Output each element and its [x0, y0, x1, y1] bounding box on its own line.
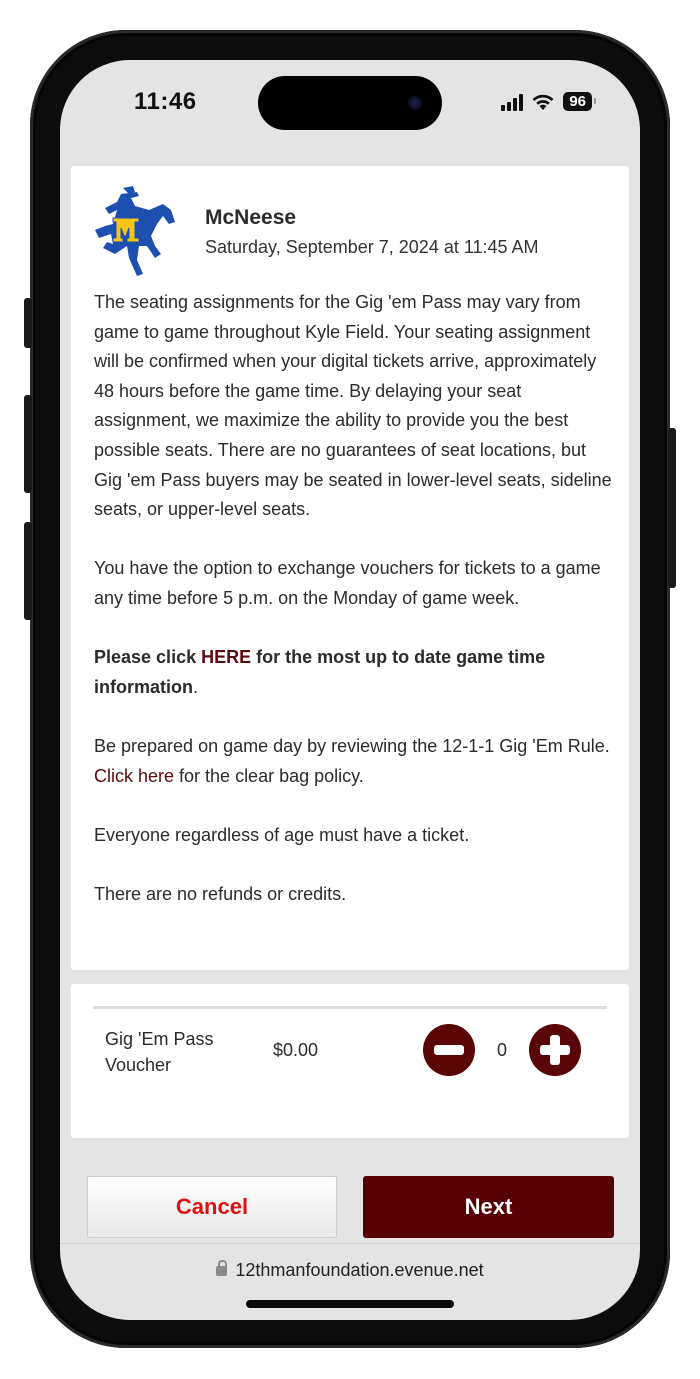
- game-time-here-link[interactable]: HERE: [201, 647, 251, 667]
- ticket-price: $0.00: [273, 1040, 319, 1060]
- plus-icon-vertical: [550, 1035, 560, 1065]
- seating-info-paragraph: The seating assignments for the Gig 'em …: [94, 292, 612, 520]
- next-button[interactable]: Next: [363, 1176, 614, 1238]
- ticket-type-name: Gig 'Em Pass Voucher: [105, 1029, 214, 1075]
- clear-bag-paragraph: Be prepared on game day by reviewing the…: [94, 732, 614, 791]
- cellular-signal-icon: [501, 93, 524, 111]
- no-refunds-paragraph: There are no refunds or credits.: [94, 883, 347, 904]
- decrease-quantity-button[interactable]: [423, 1024, 475, 1076]
- action-button: [24, 298, 32, 348]
- battery-icon: 96: [563, 92, 596, 111]
- ticket-required-paragraph: Everyone regardless of age must have a t…: [94, 824, 470, 845]
- game-time-paragraph: Please click HERE for the most up to dat…: [94, 643, 614, 702]
- event-description: The seating assignments for the Gig 'em …: [94, 288, 614, 939]
- clear-bag-text-after: for the clear bag policy.: [174, 765, 364, 786]
- screen: 11:46 96 McNeese Saturday, September 7, …: [60, 60, 640, 1320]
- event-info-card: McNeese Saturday, September 7, 2024 at 1…: [71, 166, 629, 970]
- url-text: 12thmanfoundation.evenue.net: [235, 1260, 484, 1280]
- divider: [93, 1006, 607, 1009]
- power-button: [668, 428, 676, 588]
- volume-down-button: [24, 522, 32, 620]
- browser-address-bar[interactable]: 12thmanfoundation.evenue.net: [60, 1260, 640, 1281]
- increase-quantity-button[interactable]: [529, 1024, 581, 1076]
- quantity-value: 0: [496, 1039, 507, 1060]
- mcneese-logo-icon: [95, 186, 175, 276]
- clear-bag-text-before: Be prepared on game day by reviewing the…: [94, 735, 610, 756]
- ticket-selection-card: Gig 'Em Pass Voucher $0.00 0: [71, 984, 629, 1138]
- dynamic-island: [258, 76, 442, 130]
- camera-icon: [408, 96, 422, 110]
- home-indicator[interactable]: [246, 1300, 454, 1308]
- volume-up-button: [24, 395, 32, 493]
- exchange-info-paragraph: You have the option to exchange vouchers…: [94, 558, 601, 608]
- status-icons: 96: [501, 92, 596, 111]
- game-time-text-before: Please click: [94, 647, 202, 668]
- status-time: 11:46: [134, 88, 197, 115]
- game-time-period: .: [193, 676, 199, 697]
- cancel-button[interactable]: Cancel: [87, 1176, 337, 1238]
- quantity-stepper: 0: [423, 1024, 581, 1076]
- wifi-icon: [532, 94, 554, 110]
- minus-icon: [434, 1045, 464, 1055]
- event-title: McNeese: [205, 206, 297, 229]
- bottom-action-bar: Cancel Next: [60, 1166, 640, 1244]
- lock-icon: [216, 1260, 228, 1276]
- event-datetime: Saturday, September 7, 2024 at 11:45 AM: [205, 237, 539, 257]
- clear-bag-policy-link[interactable]: Click here: [94, 766, 174, 786]
